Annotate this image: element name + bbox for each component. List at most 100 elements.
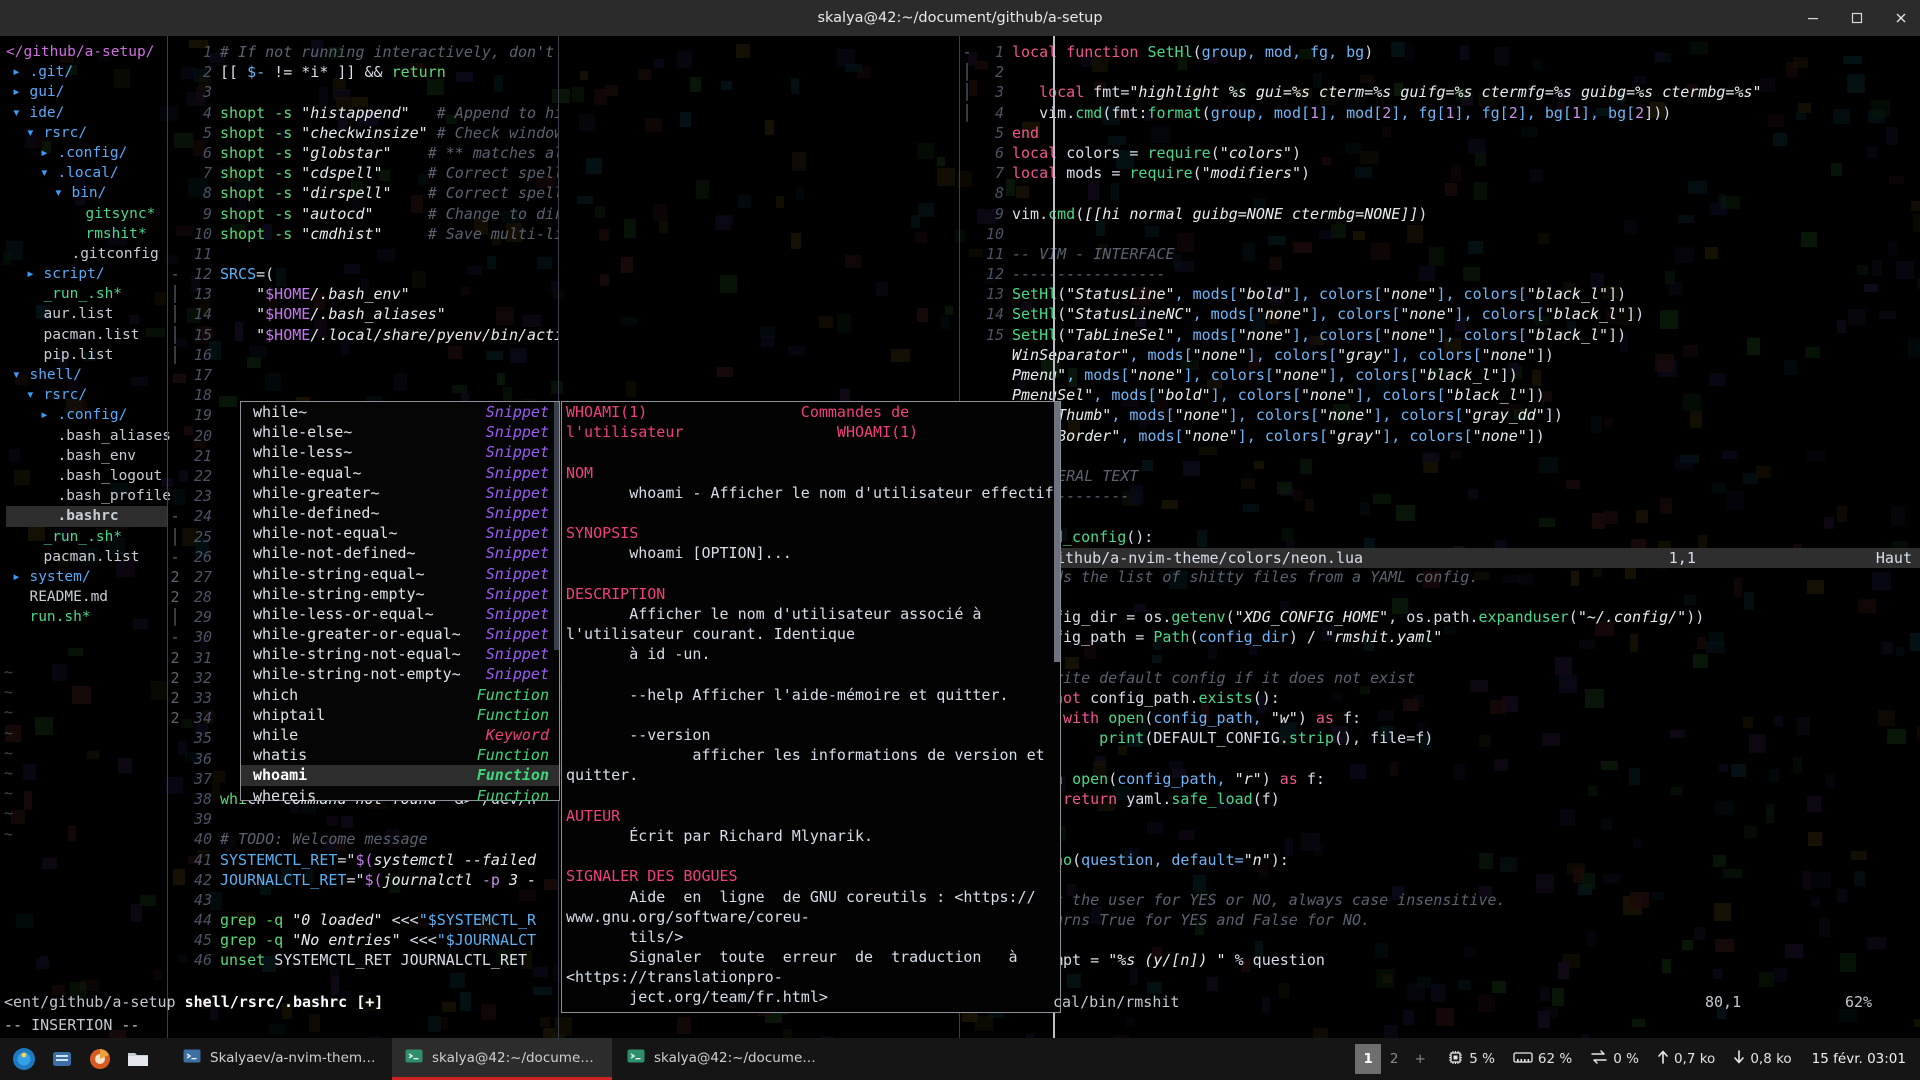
close-button[interactable] (1892, 9, 1910, 27)
fold-marker[interactable]: │ (960, 82, 974, 102)
float-code-line[interactable] (960, 648, 1920, 668)
code-line[interactable]: │14 "$HOME/.bash_aliases" (168, 304, 558, 324)
float-code-line[interactable]: urns True for YES and False for NO. (960, 910, 1920, 930)
tree-item[interactable]: ▾ rsrc/ (6, 385, 168, 405)
completion-item[interactable]: while-not-equal~Snippet (241, 523, 559, 543)
code-line[interactable]: 9vim.cmd([[hi normal guibg=NONE ctermbg=… (960, 204, 1920, 224)
code-line[interactable]: 8shopt -s "dirspell" # Correct spelling … (168, 183, 558, 203)
fold-marker[interactable] (168, 244, 182, 264)
code-line[interactable]: 40# TODO: Welcome message (168, 829, 558, 849)
fold-marker[interactable]: │ (168, 284, 182, 304)
float-code-line[interactable]: not config_path.exists(): (960, 688, 1920, 708)
tree-item[interactable]: ▸ pacman.list (6, 547, 168, 567)
fold-marker[interactable] (960, 284, 974, 304)
completion-item[interactable]: while-else~Snippet (241, 422, 559, 442)
fold-marker[interactable] (168, 486, 182, 506)
code-line[interactable]: 8 (960, 183, 1920, 203)
fold-marker[interactable] (168, 385, 182, 405)
tree-item[interactable]: ▸ script/ (6, 264, 168, 284)
tree-disclosure-icon[interactable]: ▾ (12, 367, 21, 383)
completion-item[interactable]: whichFunction (241, 685, 559, 705)
fold-marker[interactable] (960, 183, 974, 203)
float-code-line[interactable]: h open(config_path, "r") as f: (960, 769, 1920, 789)
fold-marker[interactable] (960, 204, 974, 224)
taskbar-tasks[interactable]: Skalyaev/a-nvim-theme: ...skalya@42:~/do… (170, 1038, 834, 1080)
float-code-line[interactable]: print(DEFAULT_CONFIG.strip(), file=f) (960, 728, 1920, 748)
code-line[interactable]: 7shopt -s "cdspell" # Correct spelling e… (168, 163, 558, 183)
float-code-line[interactable] (960, 870, 1920, 890)
code-line[interactable]: 1# If not running interactively, don't d… (168, 42, 558, 62)
tree-disclosure-icon[interactable]: ▸ (12, 569, 21, 585)
fold-marker[interactable]: │ (168, 607, 182, 627)
tree-item[interactable]: ▸ .bashrc (6, 506, 168, 526)
code-line[interactable]: 39 (168, 809, 558, 829)
tree-item[interactable]: ▸ .bash_logout (6, 466, 168, 486)
completion-item[interactable]: whereisFunction (241, 786, 559, 806)
tree-disclosure-icon[interactable]: ▸ (12, 84, 21, 100)
fold-marker[interactable] (168, 405, 182, 425)
desktop-button[interactable]: 1 (1355, 1044, 1381, 1074)
completion-item[interactable]: whiptailFunction (241, 705, 559, 725)
fold-marker[interactable] (168, 728, 182, 748)
right-buffer[interactable]: -1local function SetHl(group, mod, fg, b… (960, 36, 1920, 1038)
fold-marker[interactable] (960, 163, 974, 183)
float-code-line[interactable]: s the user for YES or NO, always case in… (960, 890, 1920, 910)
fold-marker[interactable] (168, 42, 182, 62)
code-line[interactable]: 5shopt -s "checkwinsize" # Check window … (168, 123, 558, 143)
code-line[interactable]: │4 vim.cmd(fmt:format(group, mod[1], mod… (960, 103, 1920, 123)
maximize-button[interactable] (1848, 9, 1866, 27)
tree-item[interactable]: ▸ run.sh* (6, 607, 168, 627)
code-line[interactable]: -1local function SetHl(group, mod, fg, b… (960, 42, 1920, 62)
minimize-button[interactable] (1804, 9, 1822, 27)
tree-disclosure-icon[interactable]: ▸ (40, 145, 49, 161)
code-line[interactable]: 6shopt -s "globstar" # ** matches all fi… (168, 143, 558, 163)
code-line[interactable]: 12----------------- (960, 264, 1920, 284)
completion-item[interactable]: while-defined~Snippet (241, 503, 559, 523)
file-tree[interactable]: </github/a-setup/ ▸ .git/▸ gui/▾ ide/▾ r… (0, 36, 168, 1038)
taskbar-task[interactable]: Skalyaev/a-nvim-theme: ... (170, 1038, 390, 1080)
code-line[interactable]: 42JOURNALCTL_RET="$(journalctl -p 3 - (168, 870, 558, 890)
code-line[interactable]: 44grep -q "0 loaded" <<<"$SYSTEMCTL_R (168, 910, 558, 930)
completion-item[interactable]: while~Snippet (241, 402, 559, 422)
tree-item[interactable]: ▸ .config/ (6, 143, 168, 163)
fold-marker[interactable]: - (168, 547, 182, 567)
completion-item[interactable]: while-less-or-equal~Snippet (241, 604, 559, 624)
fold-marker[interactable] (168, 890, 182, 910)
fold-marker[interactable]: - (168, 627, 182, 647)
fold-marker[interactable] (168, 789, 182, 809)
completion-item[interactable]: while-string-equal~Snippet (241, 564, 559, 584)
code-line[interactable]: 6local colors = require("colors") (960, 143, 1920, 163)
completion-item[interactable]: while-not-defined~Snippet (241, 543, 559, 563)
fold-marker[interactable] (168, 910, 182, 930)
tree-item[interactable]: ▸ pip.list (6, 345, 168, 365)
tree-disclosure-icon[interactable]: ▸ (12, 64, 21, 80)
documentation-float[interactable]: WHOAMI(1) Commandes del'utilisateur WHOA… (561, 401, 1061, 1013)
taskbar-task[interactable]: skalya@42:~/document/gi... (392, 1038, 612, 1080)
code-line[interactable]: 10 (960, 224, 1920, 244)
fold-marker[interactable] (960, 304, 974, 324)
code-line[interactable]: 2[[ $- != *i* ]] && return (168, 62, 558, 82)
clock[interactable]: 15 févr. 03:01 (1806, 1051, 1906, 1067)
float-code-line[interactable]: fig_path = Path(config_dir) / "rmshit.ya… (960, 627, 1920, 647)
fold-marker[interactable] (960, 264, 974, 284)
desktop-button[interactable]: + (1407, 1044, 1433, 1074)
fold-marker[interactable] (168, 950, 182, 970)
fold-marker[interactable] (168, 466, 182, 486)
folder-icon[interactable] (122, 1043, 154, 1075)
code-line[interactable]: 15SetHl("TabLineSel", mods["none"], colo… (960, 325, 1920, 345)
tree-disclosure-icon[interactable]: ▾ (12, 105, 21, 121)
code-line[interactable]: 7local mods = require("modifiers") (960, 163, 1920, 183)
code-line-overflow[interactable]: ------------- (960, 486, 1920, 506)
code-line-overflow[interactable]: WinSeparator", mods["none"], colors["gra… (960, 345, 1920, 365)
tree-item[interactable]: ▸ .bash_aliases (6, 426, 168, 446)
documentation-scrollbar[interactable] (1054, 402, 1060, 662)
completion-item[interactable]: whatisFunction (241, 745, 559, 765)
tree-item[interactable]: ▾ rsrc/ (6, 123, 168, 143)
code-line[interactable]: 3 (168, 82, 558, 102)
fold-marker[interactable] (168, 143, 182, 163)
tree-disclosure-icon[interactable]: ▸ (26, 266, 35, 282)
swap-stat[interactable]: 0 % (1590, 1049, 1639, 1069)
float-code-line[interactable]: no(question, default="n"): (960, 850, 1920, 870)
tree-item[interactable]: ▸ rmshit* (6, 224, 168, 244)
fold-marker[interactable]: │ (168, 325, 182, 345)
